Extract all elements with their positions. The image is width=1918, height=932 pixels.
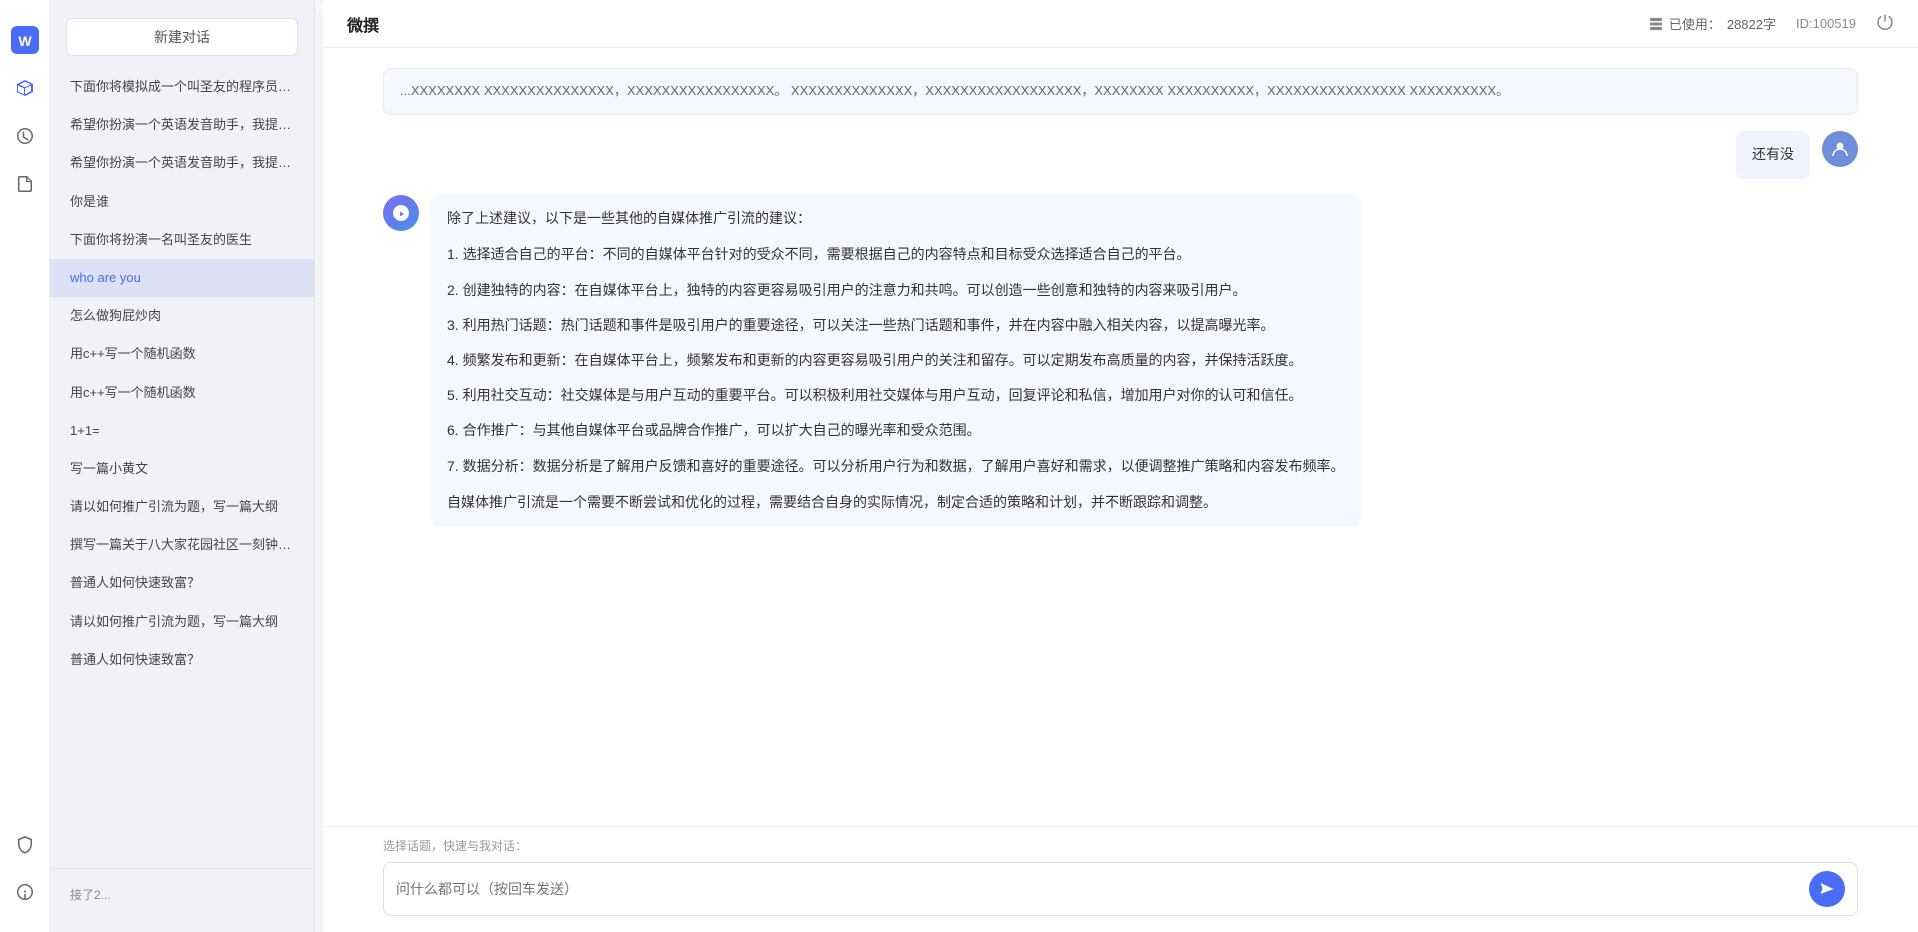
ai-point-4: 4. 频繁发布和更新：在自媒体平台上，频繁发布和更新的内容更容易吸引用户的关注和…: [447, 348, 1345, 373]
sidebar-item[interactable]: 1+1=: [50, 412, 314, 450]
ai-message-row: 除了上述建议，以下是一些其他的自媒体推广引流的建议： 1. 选择适合自己的平台：…: [383, 195, 1858, 527]
quick-select-label: 选择话题，快速与我对话：: [383, 837, 1858, 854]
input-row: [383, 862, 1858, 916]
user-message-text: 还有没: [1752, 146, 1794, 162]
chat-area: ...XXXXXXXX XXXXXXXXXXXXXXX，XXXXXXXXXXXX…: [323, 48, 1918, 826]
ai-point-1: 1. 选择适合自己的平台：不同的自媒体平台针对的受众不同，需要根据自己的内容特点…: [447, 242, 1345, 267]
user-id: ID:100519: [1796, 16, 1856, 31]
user-message-bubble: 还有没: [1736, 131, 1810, 179]
info-icon[interactable]: [7, 874, 43, 910]
user-avatar: [1822, 131, 1858, 167]
usage-value: 28822字: [1727, 14, 1776, 33]
ai-point-5: 5. 利用社交互动：社交媒体是与用户互动的重要平台。可以积极利用社交媒体与用户互…: [447, 383, 1345, 408]
send-button[interactable]: [1809, 871, 1845, 907]
ai-point-2: 2. 创建独特的内容：在自媒体平台上，独特的内容更容易吸引用户的注意力和共鸣。可…: [447, 278, 1345, 303]
storage-icon: [1649, 17, 1663, 31]
previous-message-bubble: ...XXXXXXXX XXXXXXXXXXXXXXX，XXXXXXXXXXXX…: [383, 68, 1858, 115]
sidebar-item-bottom[interactable]: 接了2...: [50, 877, 314, 914]
partial-text: ...XXXXXXXX XXXXXXXXXXXXXXX，XXXXXXXXXXXX…: [400, 83, 1509, 98]
cube-icon[interactable]: [7, 70, 43, 106]
sidebar-item[interactable]: 下面你将扮演一名叫圣友的医生: [50, 221, 314, 259]
sidebar-item[interactable]: 请以如何推广引流为题，写一篇大纲: [50, 603, 314, 641]
sidebar-item[interactable]: 普通人如何快速致富？: [50, 564, 314, 602]
sidebar-item[interactable]: 用c++写一个随机函数: [50, 374, 314, 412]
usage-label: 已使用：: [1669, 14, 1721, 33]
clock-icon[interactable]: [7, 118, 43, 154]
main-content: 微撰 已使用： 28822字 ID:100519 ...XXXXX: [323, 0, 1918, 932]
logo-icon: W: [7, 22, 43, 58]
header: 微撰 已使用： 28822字 ID:100519: [323, 0, 1918, 48]
sidebar-item[interactable]: 你是谁: [50, 183, 314, 221]
new-chat-button[interactable]: 新建对话: [66, 18, 298, 56]
icon-bar: W: [0, 0, 50, 932]
ai-avatar: [383, 195, 419, 231]
chat-input[interactable]: [396, 881, 1809, 897]
sidebar-item[interactable]: 写一篇小黄文: [50, 450, 314, 488]
ai-intro: 除了上述建议，以下是一些其他的自媒体推广引流的建议：: [447, 207, 1345, 231]
sidebar: 新建对话 下面你将模拟成一个叫圣友的程序员，我说... 希望你扮演一个英语发音助…: [50, 0, 315, 932]
ai-point-7: 7. 数据分析：数据分析是了解用户反馈和喜好的重要途径。可以分析用户行为和数据，…: [447, 454, 1345, 479]
sidebar-item-active[interactable]: who are you: [50, 259, 314, 297]
sidebar-item[interactable]: 请以如何推广引流为题，写一篇大纲: [50, 488, 314, 526]
ai-message-bubble: 除了上述建议，以下是一些其他的自媒体推广引流的建议： 1. 选择适合自己的平台：…: [431, 195, 1361, 527]
ai-point-3: 3. 利用热门话题：热门话题和事件是吸引用户的重要途径，可以关注一些热门话题和事…: [447, 313, 1345, 338]
input-area: 选择话题，快速与我对话：: [323, 826, 1918, 932]
shield-icon[interactable]: [7, 826, 43, 862]
header-right: 已使用： 28822字 ID:100519: [1649, 13, 1894, 34]
bottom-icons: [7, 820, 43, 916]
page-title: 微撰: [347, 12, 379, 36]
sidebar-item[interactable]: 用c++写一个随机函数: [50, 335, 314, 373]
power-button[interactable]: [1876, 13, 1894, 34]
sidebar-toggle-button[interactable]: [315, 0, 323, 932]
document-icon[interactable]: [7, 166, 43, 202]
sidebar-item[interactable]: 普通人如何快速致富？: [50, 641, 314, 679]
sidebar-item[interactable]: 怎么做狗屁炒肉: [50, 297, 314, 335]
usage-display: 已使用： 28822字: [1649, 14, 1776, 33]
ai-conclusion: 自媒体推广引流是一个需要不断尝试和优化的过程，需要结合自身的实际情况，制定合适的…: [447, 491, 1345, 515]
svg-text:W: W: [18, 33, 32, 49]
sidebar-item[interactable]: 希望你扮演一个英语发音助手，我提供给你...: [50, 106, 314, 144]
sidebar-bottom: 接了2...: [50, 868, 314, 922]
sidebar-item[interactable]: 希望你扮演一个英语发音助手，我提供给你...: [50, 144, 314, 182]
sidebar-item[interactable]: 下面你将模拟成一个叫圣友的程序员，我说...: [50, 68, 314, 106]
ai-point-6: 6. 合作推广：与其他自媒体平台或品牌合作推广，可以扩大自己的曝光率和受众范围。: [447, 418, 1345, 443]
user-message-row: 还有没: [383, 131, 1858, 179]
sidebar-item[interactable]: 撰写一篇关于八大家花园社区一刻钟便民生...: [50, 526, 314, 564]
